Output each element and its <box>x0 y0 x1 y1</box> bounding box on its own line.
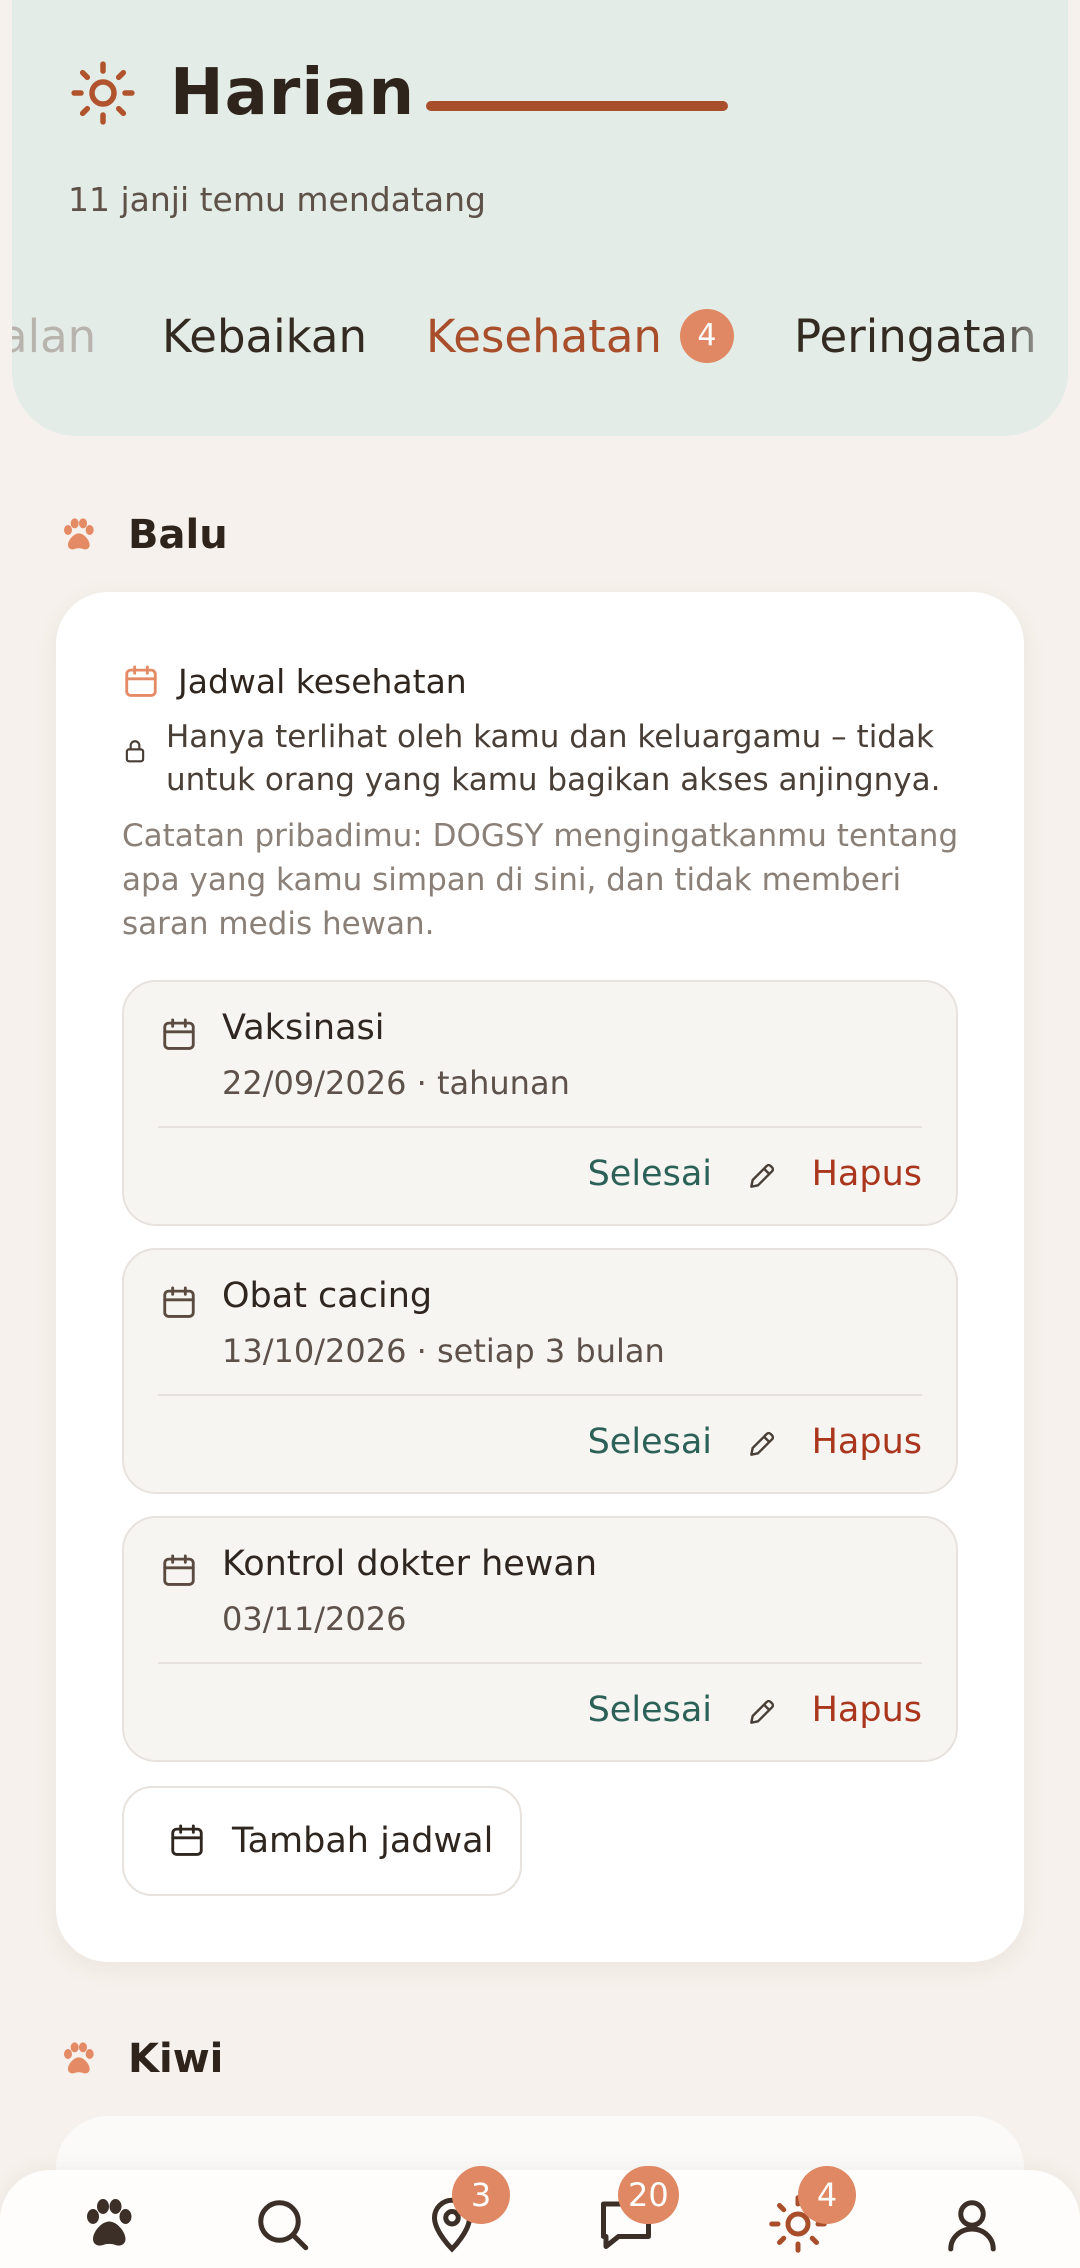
calendar-icon <box>171 1824 203 1856</box>
calendar-icon <box>163 1554 195 1586</box>
tab-kesehatan[interactable]: Kesehatan 4 <box>426 309 734 367</box>
nav-dogs[interactable] <box>78 2194 138 2254</box>
bottom-nav: 3 20 4 <box>0 2166 1080 2268</box>
pencil-icon[interactable] <box>746 1160 778 1192</box>
search-icon <box>258 2200 309 2251</box>
paw-icon <box>64 2042 94 2074</box>
schedule-item-name: Obat cacing <box>222 1276 433 1316</box>
schedule-item-date: 22/09/2026 · tahunan <box>222 1064 570 1102</box>
tab-kesehatan-label: Kesehatan <box>426 310 662 363</box>
calendar-icon <box>163 1286 195 1318</box>
paw-icon <box>87 2199 132 2246</box>
nav-messages-badge: 20 <box>618 2166 679 2224</box>
title-row: Harian <box>70 56 415 130</box>
header: Harian 11 janji temu mendatang alan Keba… <box>12 0 1068 436</box>
tab-bar: alan Kebaikan Kesehatan 4 Peringatan <box>12 300 1068 380</box>
lock-icon <box>125 740 145 763</box>
schedule-item: Kontrol dokter hewan 03/11/2026 Selesai … <box>122 1516 958 1762</box>
sun-icon <box>71 61 135 125</box>
divider <box>158 1126 922 1128</box>
schedule-item-name: Kontrol dokter hewan <box>222 1544 598 1584</box>
mark-done-button[interactable]: Selesai <box>588 1154 712 1194</box>
dog-name: Kiwi <box>128 2036 224 2082</box>
tab-kesehatan-badge: 4 <box>679 309 734 363</box>
nav-places[interactable]: 3 <box>422 2166 510 2254</box>
schedule-item-date: 03/11/2026 <box>222 1600 407 1638</box>
nav-places-badge: 3 <box>452 2166 510 2224</box>
divider <box>158 1662 922 1664</box>
nav-profile[interactable] <box>942 2194 1002 2254</box>
paw-icon <box>64 518 94 550</box>
schedule-item-name: Vaksinasi <box>222 1008 385 1048</box>
schedule-item: Vaksinasi 22/09/2026 · tahunan Selesai H… <box>122 980 958 1226</box>
pencil-icon[interactable] <box>746 1696 778 1728</box>
section-head-balu: Balu <box>58 512 228 558</box>
appointments-count: 11 janji temu mendatang <box>68 180 486 219</box>
health-schedule-card: Jadwal kesehatan Hanya terlihat oleh kam… <box>56 592 1024 1962</box>
dog-name: Balu <box>128 512 228 558</box>
mark-done-button[interactable]: Selesai <box>588 1690 712 1730</box>
medical-disclaimer: Catatan pribadimu: DOGSY mengingatkanmu … <box>122 818 959 942</box>
divider <box>158 1394 922 1396</box>
add-schedule-button[interactable]: Tambah jadwal <box>122 1786 522 1896</box>
active-tab-indicator <box>426 101 728 111</box>
nav-daily-badge: 4 <box>798 2166 856 2224</box>
tab-previous[interactable]: alan <box>12 310 96 363</box>
delete-button[interactable]: Hapus <box>812 1690 922 1730</box>
schedule-item: Obat cacing 13/10/2026 · setiap 3 bulan … <box>122 1248 958 1494</box>
privacy-note: Hanya terlihat oleh kamu dan keluargamu … <box>122 716 962 802</box>
nav-messages[interactable]: 20 <box>596 2166 679 2254</box>
calendar-icon <box>125 665 157 697</box>
mark-done-button[interactable]: Selesai <box>588 1422 712 1462</box>
privacy-text: Hanya terlihat oleh kamu dan keluargamu … <box>166 719 941 798</box>
page-title: Harian <box>170 56 415 130</box>
delete-button[interactable]: Hapus <box>812 1154 922 1194</box>
card-title: Jadwal kesehatan <box>178 662 467 701</box>
add-schedule-label: Tambah jadwal <box>232 1821 494 1861</box>
nav-daily[interactable]: 4 <box>768 2166 856 2254</box>
delete-button[interactable]: Hapus <box>812 1422 922 1462</box>
pencil-icon[interactable] <box>746 1428 778 1460</box>
schedule-item-date: 13/10/2026 · setiap 3 bulan <box>222 1332 665 1370</box>
tab-kebaikan[interactable]: Kebaikan <box>162 310 367 363</box>
card-heading: Jadwal kesehatan <box>122 662 467 701</box>
calendar-icon <box>163 1018 195 1050</box>
tab-fade <box>998 300 1068 380</box>
nav-search[interactable] <box>252 2194 312 2254</box>
profile-icon <box>948 2200 996 2252</box>
section-head-kiwi: Kiwi <box>58 2036 223 2082</box>
